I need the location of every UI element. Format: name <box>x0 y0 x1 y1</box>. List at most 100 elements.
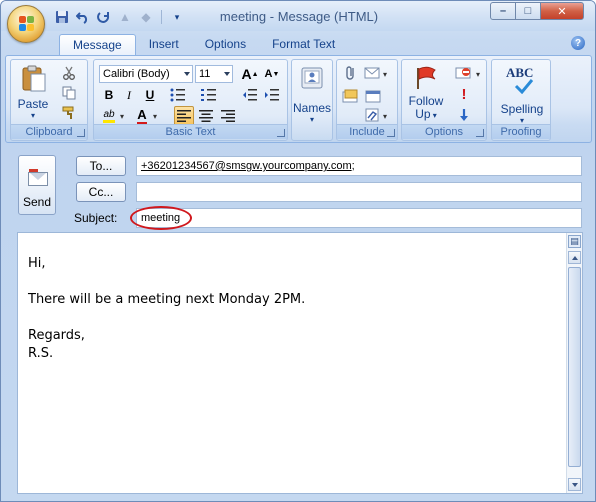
close-button[interactable]: ✕ <box>540 2 584 20</box>
font-color-icon: A <box>137 107 147 125</box>
basic-text-label: Basic Text <box>94 124 287 139</box>
message-header: Send To... +36201234567@smsgw.yourcompan… <box>1 147 595 231</box>
high-importance-icon[interactable]: ! <box>454 85 474 103</box>
cc-button[interactable]: Cc... <box>76 182 126 202</box>
body-line: There will be a meeting next Monday 2PM. <box>28 292 306 307</box>
tab-format-text[interactable]: Format Text <box>259 34 348 56</box>
names-label: Names <box>292 101 331 115</box>
align-center-icon <box>199 110 213 122</box>
ribbon-tabs: Message Insert Options Format Text <box>59 34 348 56</box>
bold-button[interactable]: B <box>99 85 119 105</box>
permission-dropdown-icon[interactable]: ▾ <box>476 70 480 79</box>
copy-icon[interactable] <box>59 84 79 102</box>
proofing-group: ABC Spelling ▾ Proofing <box>491 59 551 141</box>
clipboard-group: Paste ▾ Clipboard <box>10 59 88 141</box>
shrink-font-button[interactable]: A ▼ <box>262 64 282 84</box>
italic-button[interactable]: I <box>119 85 139 105</box>
options-group: Follow Up ▾ ▾ ! Options <box>401 59 487 141</box>
chevron-down-icon <box>224 72 230 76</box>
vertical-scrollbar[interactable]: ▤ <box>566 233 582 493</box>
maximize-button[interactable]: □ <box>515 2 541 20</box>
font-color-dropdown-icon[interactable]: ▾ <box>153 112 157 121</box>
shrink-font-icon: A <box>264 68 273 80</box>
align-right-icon <box>221 110 235 122</box>
font-size-combo[interactable]: 11 <box>195 65 233 83</box>
signature-icon[interactable] <box>363 106 383 124</box>
body-line: R.S. <box>28 346 54 361</box>
highlight-dropdown-icon[interactable]: ▾ <box>120 112 124 121</box>
body-line: Regards, <box>28 328 85 343</box>
office-button[interactable] <box>7 5 45 43</box>
proofing-label: Proofing <box>492 124 550 139</box>
options-label: Options <box>402 124 486 139</box>
permission-icon[interactable] <box>454 64 474 82</box>
decrease-indent-icon <box>243 89 257 101</box>
send-envelope-icon <box>28 172 48 186</box>
font-size-value: 11 <box>199 68 211 80</box>
numbering-icon <box>201 89 216 101</box>
to-button[interactable]: To... <box>76 156 126 176</box>
basic-text-launcher-icon[interactable] <box>277 129 285 137</box>
body-line: Hi, <box>28 256 46 271</box>
align-center-button[interactable] <box>196 106 216 126</box>
align-left-button[interactable] <box>174 106 194 126</box>
underline-button[interactable]: U <box>140 85 160 105</box>
include-launcher-icon[interactable] <box>387 129 395 137</box>
clipboard-launcher-icon[interactable] <box>77 129 85 137</box>
signature-dropdown-icon[interactable]: ▾ <box>383 112 387 121</box>
paste-dropdown-icon: ▾ <box>30 111 35 120</box>
body-line <box>28 309 305 327</box>
bullets-button[interactable] <box>168 85 188 105</box>
tab-options[interactable]: Options <box>192 34 259 56</box>
options-launcher-icon[interactable] <box>476 129 484 137</box>
spelling-label: Spelling <box>500 102 544 116</box>
names-button[interactable]: Names ▾ <box>292 64 332 124</box>
tab-insert[interactable]: Insert <box>136 34 192 56</box>
subject-field[interactable]: meeting <box>136 208 582 228</box>
view-ruler-icon[interactable]: ▤ <box>568 235 581 248</box>
increase-indent-button[interactable] <box>262 85 282 105</box>
address-book-icon <box>297 64 327 92</box>
scroll-thumb[interactable] <box>568 267 581 467</box>
paste-button[interactable]: Paste ▾ <box>15 64 51 120</box>
font-color-button[interactable]: A <box>132 106 152 126</box>
attach-item-icon[interactable] <box>363 64 383 82</box>
highlight-button[interactable]: ab <box>99 106 119 126</box>
business-card-icon[interactable] <box>341 87 361 105</box>
grow-font-icon: A <box>241 66 252 82</box>
attach-item-dropdown-icon[interactable]: ▾ <box>383 70 387 79</box>
names-dropdown-icon: ▾ <box>309 115 314 124</box>
numbering-button[interactable] <box>199 85 219 105</box>
scroll-up-button[interactable] <box>568 251 581 264</box>
grow-font-button[interactable]: A ▲ <box>240 64 260 84</box>
title-bar: ▲ ◆ ▾ meeting - Message (HTML) – □ ✕ <box>1 1 595 31</box>
to-recipient[interactable]: +36201234567@smsgw.yourcompany.com <box>141 160 352 172</box>
paste-label: Paste <box>17 97 49 111</box>
font-name-combo[interactable]: Calibri (Body) <box>99 65 193 83</box>
scissors-icon[interactable] <box>59 64 79 82</box>
font-name-value: Calibri (Body) <box>103 68 170 80</box>
spelling-button[interactable]: ABC Spelling ▾ <box>494 64 550 125</box>
to-field[interactable]: +36201234567@smsgw.yourcompany.com; <box>136 156 582 176</box>
follow-up-flag-icon <box>411 64 441 92</box>
attach-file-icon[interactable] <box>341 64 361 82</box>
minimize-button[interactable]: – <box>490 2 516 20</box>
send-arrow-icon <box>29 169 38 172</box>
message-body[interactable]: Hi, There will be a meeting next Monday … <box>17 232 583 494</box>
scroll-down-button[interactable] <box>568 478 581 491</box>
increase-indent-icon <box>265 89 279 101</box>
follow-up-button[interactable]: Follow Up ▾ <box>404 64 448 122</box>
cc-field[interactable] <box>136 182 582 202</box>
tab-message[interactable]: Message <box>59 34 136 56</box>
subject-label: Subject: <box>74 211 118 225</box>
spelling-icon: ABC <box>502 64 542 94</box>
message-body-text[interactable]: Hi, There will be a meeting next Monday … <box>28 255 305 363</box>
send-button[interactable]: Send <box>18 155 56 215</box>
decrease-indent-button[interactable] <box>240 85 260 105</box>
align-right-button[interactable] <box>218 106 238 126</box>
calendar-icon[interactable] <box>363 87 383 105</box>
subject-highlight-oval <box>130 206 192 230</box>
format-painter-icon[interactable] <box>59 104 79 122</box>
help-icon[interactable]: ? <box>571 36 585 50</box>
low-importance-icon[interactable] <box>454 106 474 124</box>
